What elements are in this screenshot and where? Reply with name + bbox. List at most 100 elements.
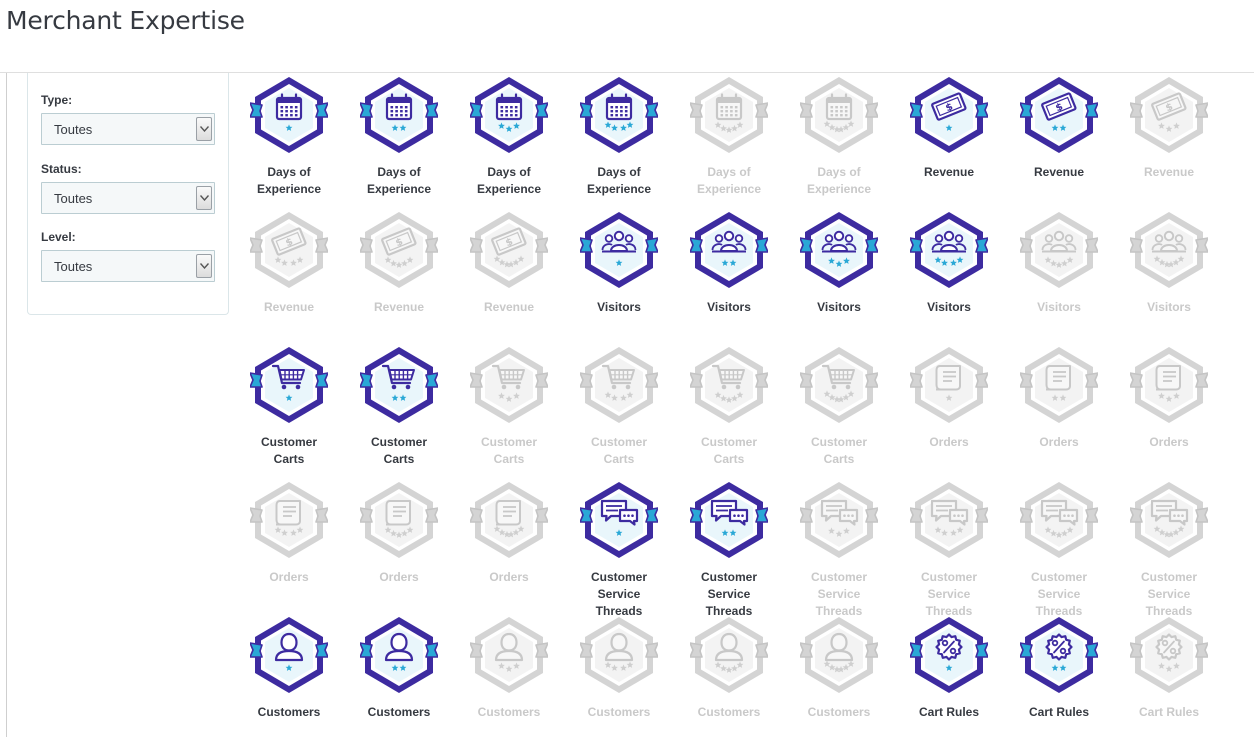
money-bill-icon: $: [1020, 77, 1098, 153]
badge-name: Days of Experience: [586, 165, 652, 196]
badge-card[interactable]: Customer Service Threads: [564, 479, 674, 618]
badge-card[interactable]: Customer Carts: [564, 344, 674, 479]
badge-card[interactable]: Days of Experience: [234, 74, 344, 209]
chevron-down-icon[interactable]: [196, 254, 212, 278]
type-filter-label: Type:: [41, 93, 73, 107]
badge-card[interactable]: $ Revenue: [894, 74, 1004, 209]
badge-name: Cart Rules: [1138, 705, 1200, 719]
badge-name: Customer Service Threads: [1030, 570, 1087, 618]
badge-card[interactable]: $ Revenue: [234, 209, 344, 344]
people-group-icon: [690, 212, 768, 288]
calendar-icon: [690, 77, 768, 153]
type-select[interactable]: Toutes: [41, 113, 215, 145]
badge-card[interactable]: Visitors: [1114, 209, 1224, 344]
badge-card[interactable]: Days of Experience: [564, 74, 674, 209]
badge-name: Revenue: [923, 165, 975, 179]
user-icon: [800, 617, 878, 693]
badge-card[interactable]: Customer Carts: [674, 344, 784, 479]
badge-name: Revenue: [263, 300, 315, 314]
badge-card[interactable]: Orders: [1114, 344, 1224, 479]
badge-name: Customer Service Threads: [920, 570, 977, 618]
money-bill-icon: $: [1130, 77, 1208, 153]
badge-grid: Days of Experience Days of Experience Da…: [234, 73, 1224, 737]
badge-card[interactable]: Customers: [234, 614, 344, 749]
badge-card[interactable]: Customer Carts: [454, 344, 564, 479]
chevron-down-icon[interactable]: [196, 186, 212, 210]
type-filter: Type: Toutes: [41, 93, 215, 145]
status-select-value: Toutes: [54, 191, 93, 206]
badge-name: Customer Carts: [700, 435, 757, 466]
badge-card[interactable]: Customers: [454, 614, 564, 749]
badge-card[interactable]: Customer Service Threads: [674, 479, 784, 618]
badge-card[interactable]: Customer Service Threads: [1004, 479, 1114, 618]
people-group-icon: [1020, 212, 1098, 288]
chat-bubbles-icon: [580, 482, 658, 558]
badge-card[interactable]: Cart Rules: [894, 614, 1004, 749]
chat-bubbles-icon: [800, 482, 878, 558]
badge-card[interactable]: Customer Carts: [784, 344, 894, 479]
badge-name: Revenue: [373, 300, 425, 314]
user-icon: [690, 617, 768, 693]
badge-card[interactable]: Orders: [344, 479, 454, 614]
badge-card[interactable]: Visitors: [784, 209, 894, 344]
badge-name: Days of Experience: [256, 165, 322, 196]
badge-card[interactable]: Customers: [344, 614, 454, 749]
badge-name: Customer Carts: [480, 435, 537, 466]
badge-card[interactable]: Customers: [784, 614, 894, 749]
badge-card[interactable]: $ Revenue: [1004, 74, 1114, 209]
people-group-icon: [580, 212, 658, 288]
badge-card[interactable]: Days of Experience: [674, 74, 784, 209]
badge-card[interactable]: Orders: [1004, 344, 1114, 479]
badge-card[interactable]: Visitors: [674, 209, 784, 344]
shopping-cart-icon: [360, 347, 438, 423]
badge-card[interactable]: Orders: [894, 344, 1004, 479]
badge-card[interactable]: Customer Service Threads: [784, 479, 894, 618]
level-select-value: Toutes: [54, 259, 93, 274]
people-group-icon: [1130, 212, 1208, 288]
badge-card[interactable]: Orders: [454, 479, 564, 614]
badge-card[interactable]: $ Revenue: [344, 209, 454, 344]
badge-name: Customer Service Threads: [810, 570, 867, 618]
level-filter-label: Level:: [41, 230, 76, 244]
badge-name: Days of Experience: [696, 165, 762, 196]
calendar-icon: [800, 77, 878, 153]
badge-name: Customer Carts: [370, 435, 427, 466]
badge-name: Visitors: [1037, 300, 1081, 314]
badge-card[interactable]: Customer Carts: [234, 344, 344, 479]
badge-name: Cart Rules: [918, 705, 980, 719]
badge-card[interactable]: Customer Carts: [344, 344, 454, 479]
badge-card[interactable]: Days of Experience: [454, 74, 564, 209]
receipt-icon: [910, 347, 988, 423]
badge-card[interactable]: Visitors: [894, 209, 1004, 344]
badge-card[interactable]: Customers: [674, 614, 784, 749]
badge-card[interactable]: Customer Service Threads: [1114, 479, 1224, 618]
badge-card[interactable]: $ Revenue: [454, 209, 564, 344]
badge-name: Customer Service Threads: [590, 570, 647, 618]
chat-bubbles-icon: [1020, 482, 1098, 558]
money-bill-icon: $: [910, 77, 988, 153]
filter-panel: Type: Toutes Status: Toutes Level: Toute…: [27, 73, 229, 315]
badge-card[interactable]: Visitors: [564, 209, 674, 344]
badge-name: Customers: [697, 705, 761, 719]
calendar-icon: [250, 77, 328, 153]
shopping-cart-icon: [250, 347, 328, 423]
badge-card[interactable]: Customer Service Threads: [894, 479, 1004, 618]
chevron-down-icon[interactable]: [196, 117, 212, 141]
badge-name: Cart Rules: [1028, 705, 1090, 719]
badge-name: Visitors: [1147, 300, 1191, 314]
calendar-icon: [360, 77, 438, 153]
badge-card[interactable]: $ Revenue: [1114, 74, 1224, 209]
status-select[interactable]: Toutes: [41, 182, 215, 214]
badge-card[interactable]: Customers: [564, 614, 674, 749]
level-select[interactable]: Toutes: [41, 250, 215, 282]
badge-card[interactable]: Days of Experience: [344, 74, 454, 209]
badge-card[interactable]: Visitors: [1004, 209, 1114, 344]
badge-card[interactable]: Days of Experience: [784, 74, 894, 209]
discount-badge-icon: [1020, 617, 1098, 693]
user-icon: [580, 617, 658, 693]
badge-card[interactable]: Orders: [234, 479, 344, 614]
badge-card[interactable]: Cart Rules: [1114, 614, 1224, 749]
calendar-icon: [470, 77, 548, 153]
user-icon: [250, 617, 328, 693]
badge-card[interactable]: Cart Rules: [1004, 614, 1114, 749]
